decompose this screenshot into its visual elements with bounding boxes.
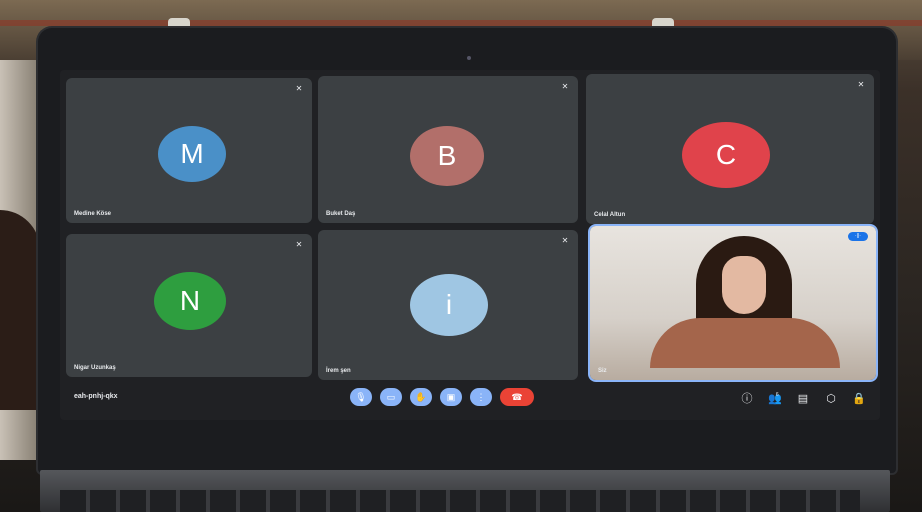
person-sweater	[650, 318, 840, 368]
self-video	[590, 226, 876, 380]
info-icon[interactable]: ⓘ	[740, 392, 754, 406]
people-count: 6	[775, 392, 779, 398]
camera-icon[interactable]: ▭	[380, 388, 402, 406]
mic-icon[interactable]: 🎙	[350, 388, 372, 406]
speaking-indicator: ·||·	[848, 232, 868, 241]
participant-name: Buket Daş	[326, 211, 356, 217]
avatar-initial: i	[445, 289, 453, 320]
avatar: i	[410, 274, 488, 336]
mic-off-icon: ✕	[295, 240, 303, 249]
more-icon[interactable]: ⋮	[470, 388, 492, 406]
avatar: N	[154, 272, 226, 330]
avatar: B	[410, 126, 484, 186]
laptop-keyboard	[60, 490, 860, 512]
mic-off-icon: ✕	[857, 80, 865, 89]
ceiling-duct	[0, 20, 922, 26]
participant-name: Celal Altun	[594, 212, 626, 218]
avatar-initial: C	[715, 139, 737, 170]
participant-tile[interactable]: i ✕ İrem şen	[318, 230, 578, 380]
hand-icon[interactable]: ✋	[410, 388, 432, 406]
person-partial	[0, 210, 40, 410]
avatar-initial: B	[437, 140, 457, 171]
mic-off-icon: ✕	[561, 82, 569, 91]
participant-name: İrem şen	[326, 368, 351, 374]
mic-off-icon: ✕	[295, 84, 303, 93]
avatar-initial: N	[179, 285, 201, 316]
participant-tile[interactable]: C ✕ Celal Altun	[586, 74, 874, 224]
participant-tile[interactable]: M ✕ Medine Köse	[66, 78, 312, 223]
meet-screen: M ✕ Medine Köse B ✕ Buket Daş C ✕ Celal …	[60, 70, 880, 420]
activities-icon[interactable]: ⬡	[824, 392, 838, 406]
lock-icon[interactable]: 🔒	[852, 392, 866, 406]
webcam-icon	[467, 56, 471, 60]
mic-off-icon: ✕	[561, 236, 569, 245]
chat-icon[interactable]: ▤	[796, 392, 810, 406]
side-controls: ⓘ 👥 6 ▤ ⬡ 🔒	[740, 392, 866, 406]
end-call-icon[interactable]: ☎	[500, 388, 534, 406]
participant-tile[interactable]: B ✕ Buket Daş	[318, 76, 578, 223]
call-controls: 🎙 ▭ ✋ ▣ ⋮ ☎	[350, 388, 534, 406]
participant-tile[interactable]: N ✕ Nigar Uzunkaş	[66, 234, 312, 377]
meeting-code: eah-pnhj-qkx	[74, 393, 118, 400]
participant-name: Medine Köse	[74, 211, 112, 217]
avatar: M	[158, 126, 226, 182]
self-video-tile[interactable]: ·||· Siz	[590, 226, 876, 380]
present-icon[interactable]: ▣	[440, 388, 462, 406]
participant-name: Siz	[598, 368, 607, 374]
people-icon[interactable]: 👥 6	[768, 392, 782, 406]
person-face	[722, 256, 766, 314]
avatar-initial: M	[180, 138, 204, 169]
participant-name: Nigar Uzunkaş	[74, 365, 116, 371]
avatar: C	[682, 122, 770, 188]
